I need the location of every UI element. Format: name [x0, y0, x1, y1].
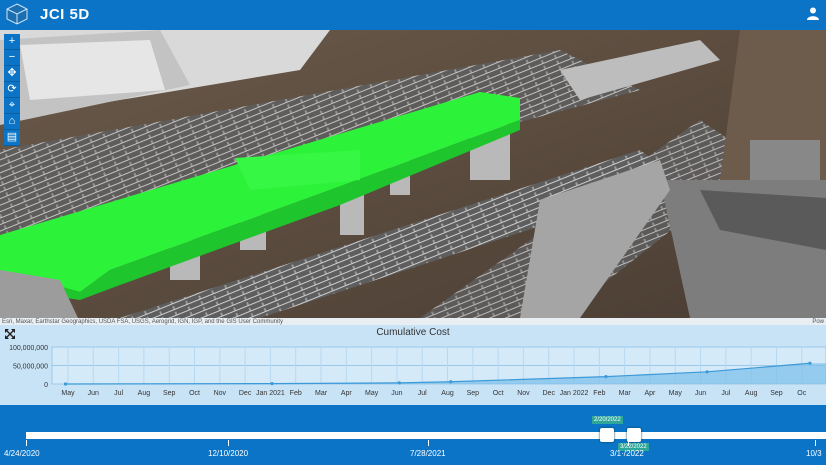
x-tick-label: May	[669, 390, 683, 397]
user-icon[interactable]	[806, 6, 820, 20]
timeline-label-2: 12/10/2020	[208, 449, 249, 458]
x-tick-label: Jan 2022	[560, 390, 589, 397]
cost-point	[270, 382, 274, 386]
x-tick-label: Dec	[543, 390, 556, 397]
timeline-tick	[815, 440, 816, 446]
cumulative-cost-panel: Cumulative Cost May Jun Jul Aug Sep Oct Nov Dec…	[0, 325, 826, 405]
x-tick-label: Jan 2021	[256, 390, 285, 397]
cost-point	[705, 370, 709, 374]
y-tick-label: 0	[44, 382, 48, 389]
x-tick-label: Mar	[619, 390, 632, 397]
zoom-in-button[interactable]: +	[4, 34, 20, 50]
x-tick-label: Feb	[290, 390, 302, 397]
layers-button[interactable]: ▤	[4, 130, 20, 146]
x-tick-label: Nov	[517, 390, 530, 397]
x-tick-label: Oct	[493, 390, 504, 397]
cube-logo-icon	[6, 3, 28, 25]
zoom-out-button[interactable]: −	[4, 50, 20, 66]
time-slider: 2/20/2022 3/22/2022 4/24/2020 12/10/2020…	[0, 405, 826, 465]
timeline-label-4: 3/1·/2022	[610, 449, 644, 458]
timeline-label-5: 10/3	[806, 449, 822, 458]
x-tick-label: Aug	[745, 390, 758, 397]
x-tick-label: Jul	[114, 390, 123, 397]
x-tick-label: Aug	[441, 390, 454, 397]
y-tick-label: 100,000,000	[9, 345, 48, 352]
timeline-tick	[628, 440, 629, 446]
timeline-tick	[428, 440, 429, 446]
map-3d-scene[interactable]	[0, 30, 826, 318]
x-tick-label: Mar	[315, 390, 328, 397]
time-slider-end-handle[interactable]	[627, 428, 641, 442]
x-tick-label: May	[365, 390, 379, 397]
x-tick-label: Sep	[770, 390, 783, 397]
timeline-label-3: 7/28/2021	[410, 449, 446, 458]
x-tick-label: Feb	[593, 390, 605, 397]
navigation-toolbar: + − ✥ ⟳ ⌖ ⌂ ▤	[4, 34, 20, 146]
timeline-label-1: 4/24/2020	[4, 449, 40, 458]
time-slider-track[interactable]	[26, 432, 826, 439]
compass-button[interactable]: ⌖	[4, 98, 20, 114]
scene-graphics	[0, 30, 826, 318]
cost-point	[808, 361, 812, 365]
home-button[interactable]: ⌂	[4, 114, 20, 130]
x-tick-label: Jun	[88, 390, 99, 397]
x-tick-label: Oct	[189, 390, 200, 397]
x-tick-label: Apr	[644, 390, 656, 397]
time-slider-start-handle[interactable]	[600, 428, 614, 442]
top-bar: JCI 5D	[0, 0, 826, 30]
y-tick-label: 50,000,000	[13, 364, 48, 371]
x-tick-label: Apr	[341, 390, 353, 397]
pan-button[interactable]: ✥	[4, 66, 20, 82]
cost-point	[63, 382, 68, 386]
chart-title: Cumulative Cost	[376, 327, 450, 338]
x-tick-label: Sep	[467, 390, 480, 397]
timeline-tick	[26, 440, 27, 446]
x-tick-label: Sep	[163, 390, 176, 397]
x-tick-label: Dec	[239, 390, 252, 397]
handle-start-tag: 2/20/2022	[592, 416, 623, 424]
x-tick-label: Jul	[721, 390, 730, 397]
rotate-button[interactable]: ⟳	[4, 82, 20, 98]
x-tick-label: Jul	[418, 390, 427, 397]
x-tick-label: Oc	[797, 390, 806, 397]
cost-point	[397, 381, 401, 385]
timeline-tick	[228, 440, 229, 446]
x-tick-label: Aug	[138, 390, 151, 397]
app-title: JCI 5D	[40, 6, 90, 23]
cost-point	[604, 375, 608, 379]
cumulative-cost-chart: May Jun Jul Aug Sep Oct Nov Dec Jan 2021 Feb Mar Ap…	[9, 345, 826, 397]
x-tick-label: Jun	[695, 390, 706, 397]
x-tick-label: May	[61, 390, 75, 397]
x-tick-label: Jun	[391, 390, 402, 397]
cost-point	[449, 380, 453, 384]
x-tick-label: Nov	[214, 390, 227, 397]
